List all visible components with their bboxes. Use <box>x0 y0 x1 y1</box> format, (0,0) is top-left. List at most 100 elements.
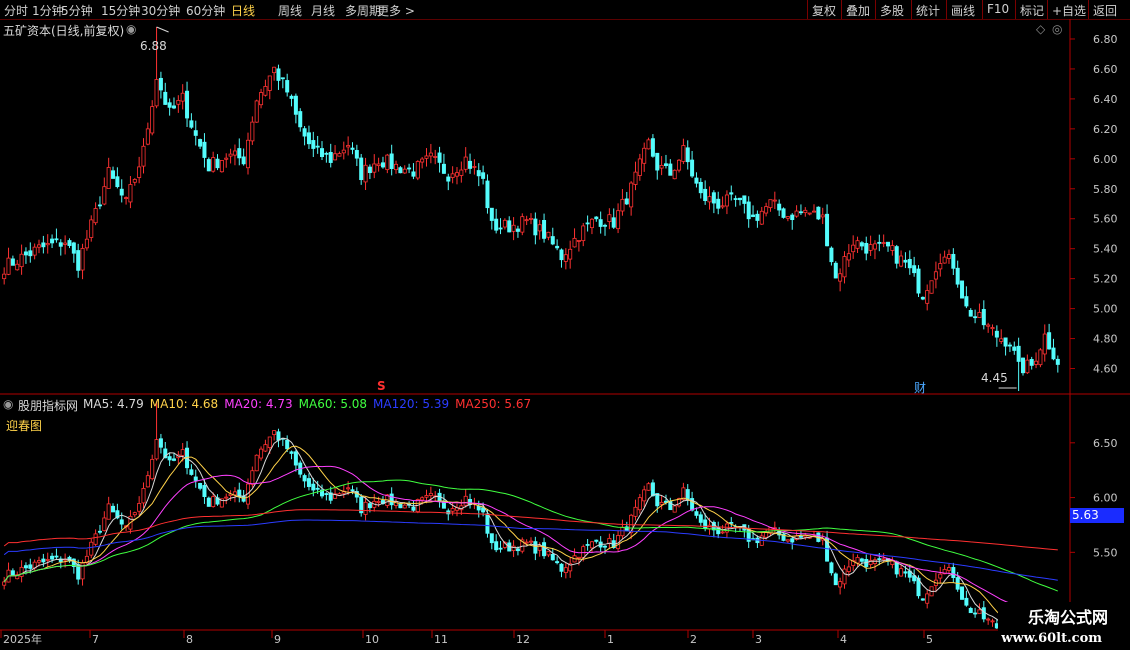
main-candle-23 <box>102 177 107 206</box>
ind-body-43 <box>189 469 194 475</box>
main-body-206 <box>899 255 904 267</box>
x-tick-label-8: 2 <box>690 633 697 646</box>
main-candle-197 <box>859 241 864 251</box>
main-body-200 <box>872 243 877 250</box>
main-body-106 <box>463 156 468 170</box>
ind-body-138 <box>603 545 608 548</box>
main-candle-8 <box>37 239 42 254</box>
ind-candle-212 <box>925 589 930 609</box>
tab-3[interactable]: 15分钟 <box>101 2 140 19</box>
main-body-92 <box>402 168 407 174</box>
main-body-10 <box>45 243 50 246</box>
ind-body-4 <box>19 566 24 577</box>
main-body-118 <box>515 228 520 232</box>
tab-7[interactable]: 周线 <box>278 2 302 19</box>
diamond-icon[interactable]: ◇ <box>1036 22 1045 36</box>
tab-5[interactable]: 60分钟 <box>186 2 225 19</box>
main-candle-69 <box>302 125 307 146</box>
main-candle-193 <box>842 251 847 284</box>
tab-0[interactable]: 分时 <box>4 2 28 19</box>
main-candle-232 <box>1012 341 1017 355</box>
tab-8[interactable]: 月线 <box>311 2 335 19</box>
main-body-233 <box>1016 345 1021 362</box>
stock-chart[interactable]: 4.60 4.80 5.00 5.20 5.40 5.60 5.80 6.00 6.20 6.40… <box>0 19 1130 650</box>
main-body-72 <box>315 145 320 148</box>
main-candle-27 <box>119 179 124 203</box>
tool-button-2[interactable]: 多股 <box>880 2 904 19</box>
main-candle-192 <box>838 268 843 292</box>
main-candle-123 <box>537 219 542 240</box>
tab-9[interactable]: 多周期 <box>345 2 381 19</box>
main-candle-82 <box>359 153 364 185</box>
main-tick-label-6: 5.80 <box>1093 183 1118 196</box>
main-candle-44 <box>193 120 198 146</box>
main-body-236 <box>1029 359 1034 366</box>
ind-candle-25 <box>111 503 116 513</box>
dropdown-circle-icon[interactable]: ◉ <box>126 22 136 36</box>
main-candle-160 <box>698 178 703 199</box>
ind-body-59 <box>259 448 264 459</box>
main-candle-32 <box>141 138 146 174</box>
ind-body-183 <box>798 535 803 538</box>
main-candle-80 <box>350 142 355 155</box>
ind-body-111 <box>485 513 490 534</box>
indicator-dropdown-icon[interactable]: ◉ <box>3 397 13 411</box>
tool-button-4[interactable]: 画线 <box>951 2 975 19</box>
main-body-111 <box>485 180 490 209</box>
signal-s-marker[interactable]: S <box>377 379 386 393</box>
main-candle-127 <box>555 239 560 251</box>
tab-10[interactable]: 更多 > <box>377 2 415 19</box>
main-candle-173 <box>755 210 760 228</box>
main-candle-169 <box>737 197 742 206</box>
tool-button-6[interactable]: 标记 <box>1020 2 1044 19</box>
main-body-137 <box>598 219 603 227</box>
tab-1[interactable]: 1分钟 <box>32 2 64 19</box>
main-candle-7 <box>32 243 37 260</box>
settings-circle-icon[interactable]: ◎ <box>1052 22 1062 36</box>
main-candle-83 <box>363 157 368 191</box>
tab-2[interactable]: 5分钟 <box>61 2 93 19</box>
main-body-32 <box>141 145 146 167</box>
tab-6[interactable]: 日线 <box>231 2 255 19</box>
ind-body-150 <box>655 493 660 507</box>
main-candle-204 <box>890 240 895 256</box>
tool-button-1[interactable]: 叠加 <box>846 2 870 19</box>
main-candle-136 <box>594 216 599 222</box>
main-body-207 <box>903 259 908 263</box>
main-body-144 <box>629 182 634 208</box>
main-body-78 <box>341 149 346 154</box>
ind-body-5 <box>23 565 28 569</box>
main-candle-19 <box>84 230 89 251</box>
ind-candle-69 <box>302 473 307 488</box>
main-body-156 <box>681 145 686 162</box>
main-body-170 <box>742 195 747 204</box>
ind-candle-160 <box>698 511 703 527</box>
ind-body-92 <box>402 504 407 509</box>
main-candle-106 <box>463 147 468 173</box>
tool-button-7[interactable]: +自选 <box>1052 2 1086 19</box>
ind-candle-206 <box>899 564 904 577</box>
x-tick-label-3: 9 <box>274 633 281 646</box>
ind-body-124 <box>542 542 547 557</box>
main-body-57 <box>250 121 255 142</box>
ind-candle-32 <box>141 482 146 509</box>
main-body-95 <box>415 161 420 179</box>
ma-legend: MA5: 4.79 MA10: 4.68 MA20: 4.73 MA60: 5.08 M… <box>83 397 537 411</box>
main-body-114 <box>498 227 503 230</box>
x-tick-label-10: 4 <box>840 633 847 646</box>
tool-button-8[interactable]: 返回 <box>1093 2 1117 19</box>
tool-button-0[interactable]: 复权 <box>812 2 836 19</box>
main-candle-26 <box>115 167 120 189</box>
main-body-177 <box>772 199 777 202</box>
tab-4[interactable]: 30分钟 <box>141 2 180 19</box>
tool-button-3[interactable]: 统计 <box>916 2 940 19</box>
ind-candle-58 <box>254 454 259 472</box>
main-candle-45 <box>198 138 203 149</box>
tool-button-5[interactable]: F10 <box>987 2 1009 16</box>
main-body-71 <box>311 140 316 149</box>
finance-marker[interactable]: 财 <box>914 379 926 396</box>
main-tick-label-0: 4.60 <box>1093 363 1118 376</box>
indicator-subtitle: 迎春图 <box>6 419 43 433</box>
x-tick-label-11: 5 <box>926 633 933 646</box>
main-body-135 <box>589 218 594 229</box>
